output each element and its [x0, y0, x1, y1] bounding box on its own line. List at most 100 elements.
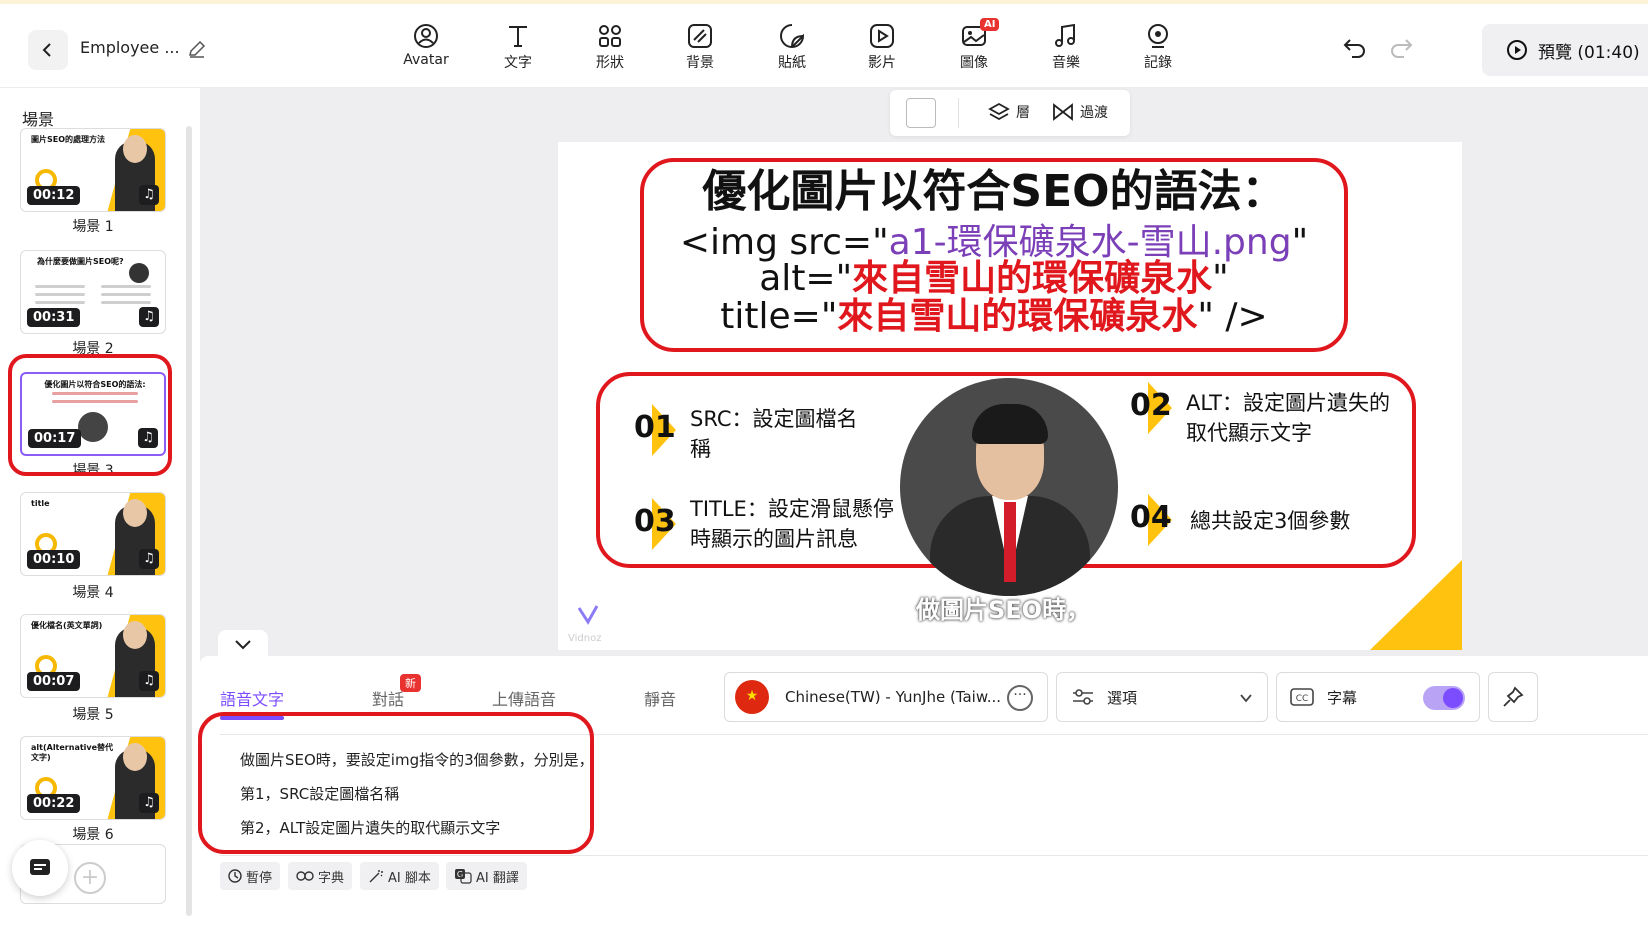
collapse-panel-button[interactable] [218, 630, 268, 660]
more-options-icon[interactable]: ··· [1007, 685, 1033, 711]
tool-video[interactable]: 影片 [850, 22, 914, 72]
music-note-icon[interactable]: ♫ [139, 307, 159, 327]
layer-button[interactable]: 層 [988, 102, 1030, 122]
pin-icon [1503, 686, 1524, 707]
toggle-knob [1443, 688, 1463, 708]
tool-record[interactable]: 記錄 [1126, 22, 1190, 72]
code-line-src[interactable]: <img src="a1-環保礦泉水-雪山.png" [640, 224, 1348, 262]
ai-translate-button[interactable]: G AI 翻譯 [446, 862, 527, 890]
tool-image[interactable]: AI 圖像 [942, 18, 1006, 72]
param-title[interactable]: TITLE：設定滑鼠懸停 時顯示的圖片訊息 [690, 494, 894, 554]
tool-label: 文字 [504, 55, 532, 71]
watermark-text: Vidnoz [568, 633, 602, 644]
param-number: 04 [1130, 500, 1172, 535]
music-note-icon[interactable]: ♫ [139, 549, 159, 569]
tool-label: 圖像 [960, 55, 988, 71]
translate-icon: G [455, 869, 472, 884]
chat-icon [30, 859, 50, 875]
pin-button[interactable] [1488, 672, 1538, 722]
redo-icon[interactable] [1388, 36, 1414, 60]
tool-label: Avatar [403, 52, 449, 68]
china-flag-icon: ★ [735, 680, 769, 714]
transition-icon [1053, 103, 1073, 121]
thumb-lines [35, 285, 85, 309]
music-note-icon[interactable]: ♫ [139, 671, 159, 691]
param-number: 02 [1130, 388, 1172, 423]
transition-button[interactable]: 過渡 [1052, 102, 1108, 122]
thumb-avatar [129, 263, 149, 283]
slide-decor [1370, 560, 1462, 650]
tool-background[interactable]: 背景 [668, 22, 732, 72]
scene-duration: 00:07 [27, 672, 81, 691]
sidebar-scrollbar[interactable] [186, 126, 192, 916]
caption-overlay: 做圖片SEO時， [916, 596, 1091, 624]
svg-text:CC: CC [1296, 694, 1309, 704]
layer-label: 層 [1016, 105, 1030, 121]
tab-speech-text[interactable]: 語音文字 [220, 686, 284, 710]
project-title[interactable]: Employee ... [80, 38, 180, 57]
tool-label: 影片 [868, 55, 896, 71]
dictionary-button[interactable]: 字典 [288, 862, 353, 890]
scene-label: 場景 1 [72, 219, 114, 235]
back-button[interactable] [28, 30, 68, 70]
tool-music[interactable]: 音樂 [1034, 22, 1098, 72]
pause-label: 暫停 [246, 870, 273, 886]
background-icon [688, 24, 712, 48]
preview-label: 預覽 (01:40) [1538, 42, 1640, 63]
ai-script-button[interactable]: AI 腳本 [360, 862, 439, 890]
param-alt[interactable]: ALT：設定圖片遺失的 取代顯示文字 [1186, 388, 1390, 448]
tool-label: 形狀 [596, 55, 624, 71]
param-src[interactable]: SRC：設定圖檔名 稱 [690, 404, 858, 464]
sticker-icon [780, 24, 805, 48]
scene-thumbnail-4[interactable]: title 00:10 ♫ [20, 492, 166, 576]
tab-silent[interactable]: 靜音 [644, 686, 676, 710]
param-total[interactable]: 總共設定3個參數 [1190, 506, 1350, 536]
scene-thumbnail-6[interactable]: alt(Alternative替代文字) 00:22 ♫ [20, 736, 166, 820]
scene-thumbnail-2[interactable]: 為什麼要做圖片SEO呢? 00:31 ♫ [20, 250, 166, 334]
pencil-icon[interactable] [186, 38, 208, 60]
scene-thumbnail-5[interactable]: 優化檔名(英文單詞) 00:07 ♫ [20, 614, 166, 698]
music-note-icon[interactable]: ♫ [139, 185, 159, 205]
tool-sticker[interactable]: 貼紙 [760, 22, 824, 72]
code-text: " [1212, 258, 1229, 299]
voice-selector[interactable]: ★ Chinese(TW) - YunJhe (Taiw... ··· [724, 672, 1048, 722]
preview-button[interactable]: 預覽 (01:40) [1482, 24, 1648, 76]
tool-label: 音樂 [1052, 55, 1080, 71]
scene-duration: 00:31 [27, 308, 81, 327]
param-line: 取代顯示文字 [1186, 421, 1312, 445]
play-circle-icon [1507, 40, 1527, 60]
plus-icon[interactable]: + [74, 862, 106, 894]
caption-toggle[interactable] [1423, 686, 1465, 710]
top-toolbar: Employee ... Avatar 文字 形狀 背景 貼紙 影片 AI 圖像… [0, 0, 1648, 88]
code-line-alt[interactable]: alt="來自雪山的環保礦泉水" [640, 260, 1348, 298]
background-color-swatch[interactable] [906, 98, 936, 128]
ai-script-label: AI 腳本 [388, 870, 431, 886]
scene-label: 場景 4 [72, 585, 114, 601]
tool-avatar[interactable]: Avatar [394, 22, 458, 68]
tab-upload-audio[interactable]: 上傳語音 [492, 686, 556, 710]
presenter-avatar[interactable] [900, 378, 1118, 596]
tab-dialogue[interactable]: 對話 [372, 686, 404, 710]
dictionary-label: 字典 [318, 870, 345, 886]
ai-badge: AI [980, 18, 1000, 31]
tool-shapes[interactable]: 形狀 [578, 22, 642, 72]
music-note-icon[interactable]: ♫ [139, 793, 159, 813]
chat-button[interactable] [12, 840, 68, 896]
thumb-title: 優化檔名(英文單詞) [31, 621, 103, 630]
pause-button[interactable]: 暫停 [220, 862, 281, 890]
tool-text[interactable]: 文字 [486, 22, 550, 72]
scene-label: 場景 5 [72, 707, 114, 723]
param-line: 稱 [690, 437, 711, 461]
code-value: 來自雪山的環保礦泉水 [852, 258, 1213, 299]
scene-thumbnail-1[interactable]: 圖片SEO的處理方法 00:12 ♫ [20, 128, 166, 212]
undo-icon[interactable] [1342, 36, 1368, 60]
code-text: " [1291, 222, 1309, 263]
thumb-title: alt(Alternative替代文字) [31, 743, 114, 762]
svg-text:G: G [457, 870, 463, 879]
param-number: 03 [634, 504, 676, 539]
options-dropdown[interactable]: 選項 [1056, 672, 1268, 722]
code-line-title[interactable]: title="來自雪山的環保礦泉水" /> [640, 298, 1348, 336]
sliders-icon [1073, 689, 1093, 705]
thumb-title: 為什麼要做圖片SEO呢? [37, 257, 124, 266]
slide-title[interactable]: 優化圖片以符合SEO的語法： [640, 166, 1348, 218]
